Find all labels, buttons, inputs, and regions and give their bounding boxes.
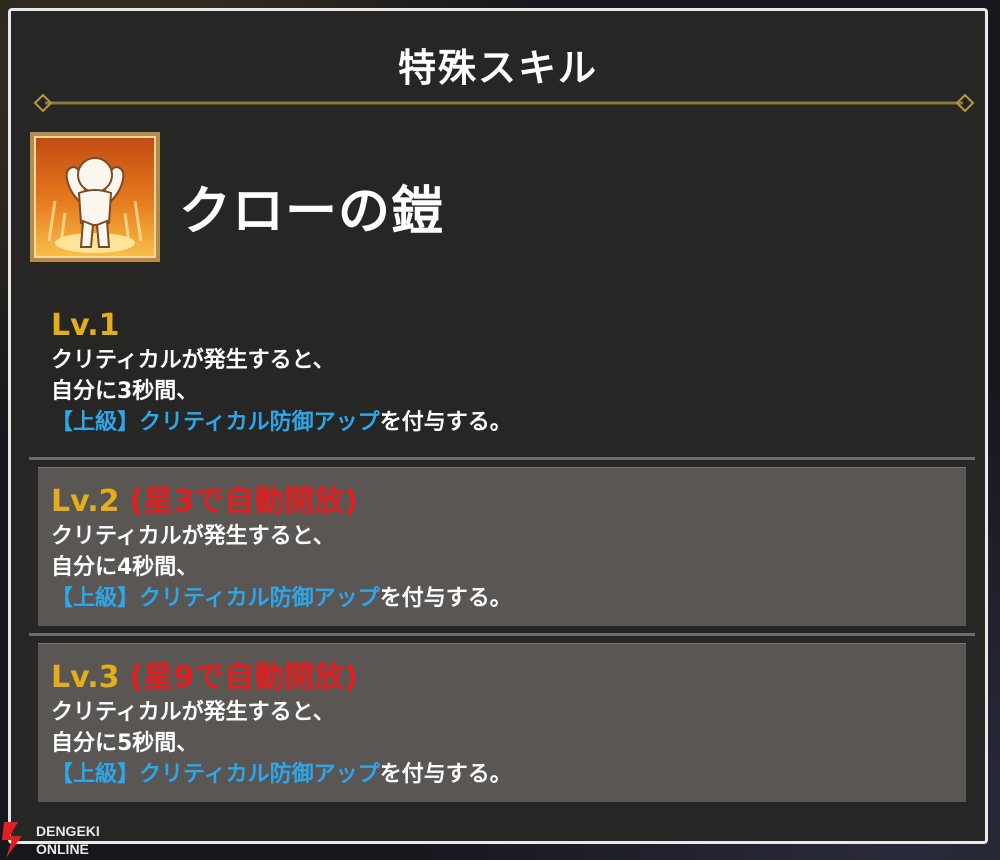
description-line-3: 【上級】クリティカル防御アップを付与する。	[51, 583, 512, 614]
description-line-2: 自分に5秒間、	[51, 731, 199, 756]
skill-level-2: Lv.2 (星3で自動開放) クリティカルが発生すると、 自分に4秒間、 【上級】…	[51, 483, 512, 614]
muscle-figure-icon	[30, 132, 160, 262]
skill-name: クローの鎧	[179, 182, 445, 242]
unlock-condition: (星3で自動開放)	[129, 484, 358, 519]
level-separator	[29, 633, 975, 636]
description-line-3: 【上級】クリティカル防御アップを付与する。	[51, 407, 512, 438]
level-header: Lv.2 (星3で自動開放)	[51, 483, 512, 521]
panel-title: 特殊スキル	[397, 46, 598, 90]
level-header: Lv.1	[51, 307, 512, 345]
level-header: Lv.3 (星9で自動開放)	[51, 659, 512, 697]
description-line-3: 【上級】クリティカル防御アップを付与する。	[51, 759, 512, 790]
skill-level-3: Lv.3 (星9で自動開放) クリティカルが発生すると、 自分に5秒間、 【上級】…	[51, 659, 512, 790]
description-line-2: 自分に4秒間、	[51, 555, 199, 580]
level-label: Lv.2	[51, 484, 120, 519]
description-line-1: クリティカルが発生すると、	[51, 700, 335, 725]
title-divider	[33, 93, 975, 113]
unlock-condition: (星9で自動開放)	[129, 660, 358, 695]
watermark-line-2: ONLINE	[36, 841, 89, 857]
buff-keyword: 【上級】クリティカル防御アップ	[51, 410, 380, 435]
description-line-1: クリティカルが発生すると、	[51, 348, 335, 373]
watermark-line-1: DENGEKI	[36, 823, 100, 839]
description-suffix: を付与する。	[379, 762, 512, 787]
skill-panel: 特殊スキル クローの鎧 Lv.1 クリティカルが発生すると、 自分に3秒間、 【…	[8, 8, 988, 844]
level-label: Lv.3	[51, 660, 120, 695]
level-separator	[29, 457, 975, 460]
buff-keyword: 【上級】クリティカル防御アップ	[51, 762, 380, 787]
buff-keyword: 【上級】クリティカル防御アップ	[51, 586, 380, 611]
description-suffix: を付与する。	[379, 410, 512, 435]
skill-level-1: Lv.1 クリティカルが発生すると、 自分に3秒間、 【上級】クリティカル防御ア…	[51, 307, 512, 438]
description-line-2: 自分に3秒間、	[51, 379, 199, 404]
description-suffix: を付与する。	[379, 586, 512, 611]
level-label: Lv.1	[51, 308, 120, 343]
dengeki-online-watermark: DENGEKI ONLINE	[2, 822, 100, 858]
description-line-1: クリティカルが発生すると、	[51, 524, 335, 549]
